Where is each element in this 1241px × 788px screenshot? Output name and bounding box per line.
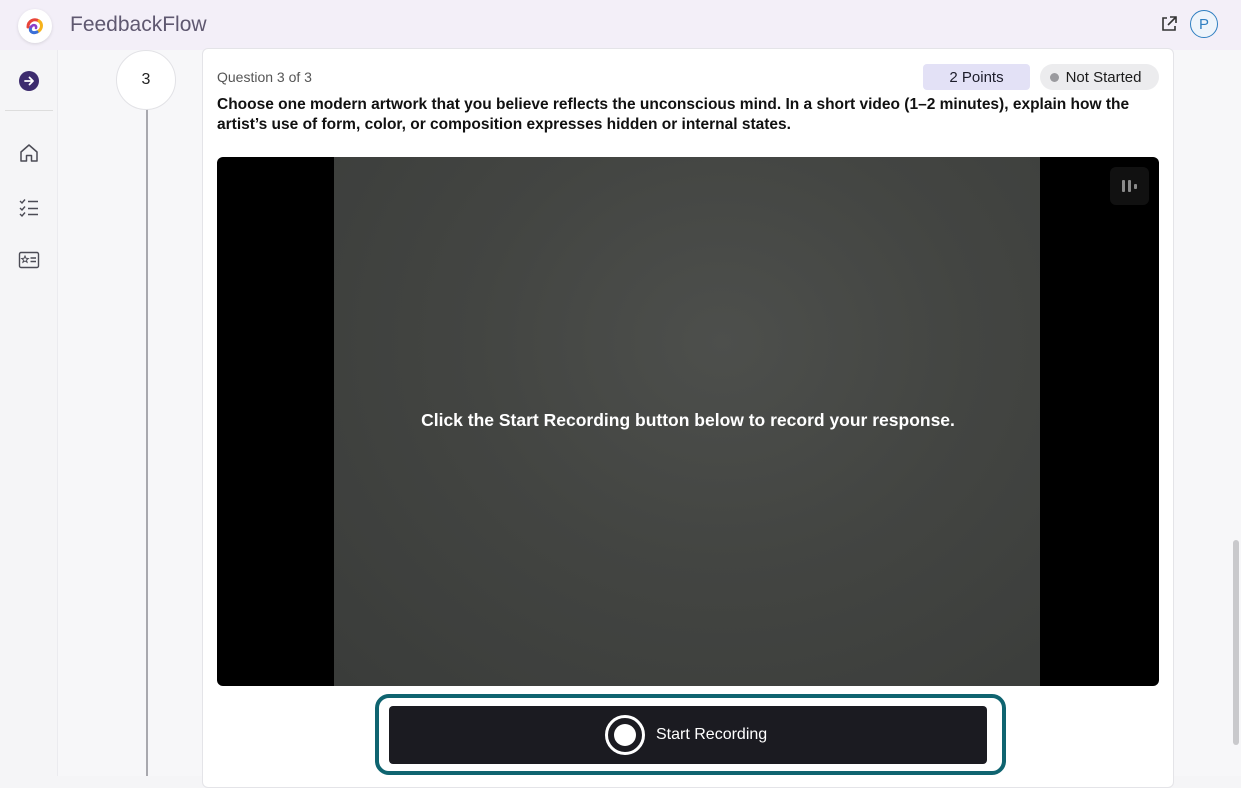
points-badge: 2 Points	[923, 64, 1030, 90]
sidebar-divider	[5, 110, 53, 111]
logo-icon	[26, 18, 43, 35]
expand-sidebar-button[interactable]	[19, 71, 39, 91]
video-preview: Click the Start Recording button below t…	[217, 157, 1159, 686]
scrollbar[interactable]	[1233, 540, 1239, 745]
app-title: FeedbackFlow	[70, 13, 207, 36]
video-instruction: Click the Start Recording button below t…	[421, 410, 955, 430]
status-dot-icon	[1050, 73, 1059, 82]
user-avatar[interactable]: P	[1190, 10, 1218, 38]
id-card-icon[interactable]	[18, 249, 40, 271]
arrow-right-icon	[24, 76, 34, 86]
top-bar: FeedbackFlow P	[0, 0, 1241, 50]
timeline-line	[146, 100, 148, 776]
open-external-icon[interactable]	[1159, 14, 1179, 34]
step-number: 3	[116, 50, 176, 110]
audio-bar-icon	[1122, 180, 1125, 192]
sidebar	[0, 50, 58, 776]
home-icon[interactable]	[18, 142, 40, 164]
app-logo[interactable]	[18, 9, 52, 43]
record-icon	[605, 715, 645, 755]
audio-bar-icon	[1128, 180, 1131, 192]
start-recording-label: Start Recording	[656, 726, 768, 743]
audio-bar-icon	[1134, 183, 1137, 189]
question-text: Choose one modern artwork that you belie…	[217, 96, 1130, 133]
checklist-icon[interactable]	[18, 196, 40, 218]
audio-level-button[interactable]	[1110, 167, 1149, 205]
start-recording-button[interactable]: Start Recording	[389, 706, 987, 764]
status-label: Not Started	[1065, 68, 1142, 86]
question-counter: Question 3 of 3	[217, 69, 312, 85]
status-badge: Not Started	[1040, 64, 1159, 90]
